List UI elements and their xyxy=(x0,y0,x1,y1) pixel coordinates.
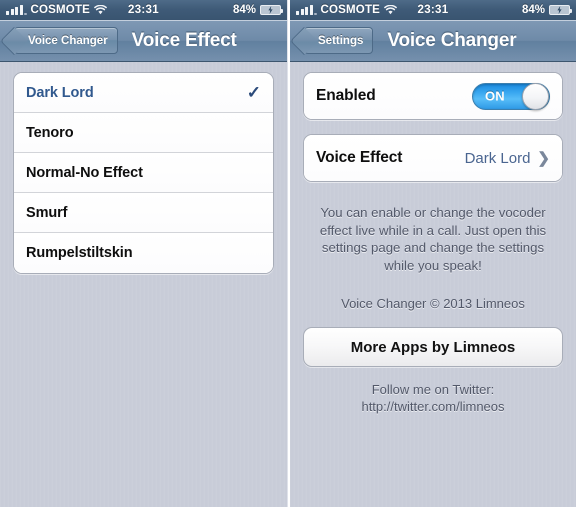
content-area: Enabled ON Voice Effect Dark Lord ❯ You … xyxy=(290,62,576,311)
toggle-knob[interactable] xyxy=(522,82,549,110)
footer-line-2[interactable]: http://twitter.com/limneos xyxy=(290,398,576,415)
page-title: Voice Effect xyxy=(131,29,237,51)
list-item-label: Tenoro xyxy=(26,124,74,141)
back-button-label: Settings xyxy=(318,34,364,47)
list-item[interactable]: Dark Lord ✓ xyxy=(14,73,273,113)
list-item-label: Dark Lord xyxy=(26,84,94,101)
signal-bars-icon xyxy=(6,5,27,15)
status-bar-right: 84% xyxy=(232,4,283,16)
voice-effect-row[interactable]: Voice Effect Dark Lord ❯ xyxy=(304,135,562,181)
status-bar-left: COSMOTE xyxy=(6,4,107,16)
footer-line-1: Follow me on Twitter: xyxy=(371,382,495,397)
battery-charging-icon xyxy=(549,5,572,15)
enabled-toggle[interactable]: ON xyxy=(472,82,550,110)
left-phone-panel: COSMOTE 23:31 84% Voice Changer Voice Ef… xyxy=(0,0,288,507)
back-button-label: Voice Changer xyxy=(28,34,108,47)
more-apps-button[interactable]: More Apps by Limneos xyxy=(303,327,563,367)
content-area: Dark Lord ✓ Tenoro Normal-No Effect Smur… xyxy=(0,62,287,274)
page-title: Voice Changer xyxy=(387,29,517,51)
voice-effect-label: Voice Effect xyxy=(316,149,403,166)
carrier-label: COSMOTE xyxy=(30,4,91,16)
footer-text: Follow me on Twitter: http://twitter.com… xyxy=(290,381,576,415)
list-item[interactable]: Tenoro xyxy=(14,113,273,153)
enabled-row[interactable]: Enabled ON xyxy=(304,73,562,119)
status-bar-right: 84% xyxy=(521,4,572,16)
enabled-group: Enabled ON xyxy=(303,72,563,120)
wifi-icon xyxy=(384,5,397,15)
list-item-label: Rumpelstiltskin xyxy=(26,245,133,261)
voice-effect-list: Dark Lord ✓ Tenoro Normal-No Effect Smur… xyxy=(13,72,274,274)
enabled-label: Enabled xyxy=(316,87,376,104)
copyright-text: Voice Changer © 2013 Limneos xyxy=(341,296,525,311)
signal-bars-icon xyxy=(296,5,317,15)
right-phone-panel: COSMOTE 23:31 84% Settings Voice Changer xyxy=(288,0,576,507)
checkmark-icon: ✓ xyxy=(246,83,261,102)
voice-effect-value: Dark Lord xyxy=(464,149,531,167)
toggle-state-label: ON xyxy=(485,88,505,104)
battery-percent-label: 84% xyxy=(521,4,545,16)
navigation-bar: Voice Changer Voice Effect xyxy=(0,20,287,62)
list-item[interactable]: Smurf xyxy=(14,193,273,233)
status-bar: COSMOTE 23:31 84% xyxy=(0,0,287,20)
list-item-label: Normal-No Effect xyxy=(26,164,143,181)
navigation-bar: Settings Voice Changer xyxy=(290,20,576,62)
list-item[interactable]: Rumpelstiltskin xyxy=(14,233,273,273)
back-button[interactable]: Settings xyxy=(304,27,374,54)
wifi-icon xyxy=(94,5,107,15)
back-button[interactable]: Voice Changer xyxy=(14,27,118,54)
status-bar: COSMOTE 23:31 84% xyxy=(290,0,576,20)
carrier-label: COSMOTE xyxy=(320,4,381,16)
voice-effect-group: Voice Effect Dark Lord ❯ xyxy=(303,134,563,182)
battery-charging-icon xyxy=(260,5,283,15)
status-bar-left: COSMOTE xyxy=(296,4,397,16)
list-item[interactable]: Normal-No Effect xyxy=(14,153,273,193)
battery-percent-label: 84% xyxy=(232,4,256,16)
chevron-right-icon: ❯ xyxy=(537,149,550,167)
list-item-label: Smurf xyxy=(26,204,68,221)
voice-effect-value-wrap: Dark Lord ❯ xyxy=(465,150,550,167)
description-text: You can enable or change the vocoder eff… xyxy=(319,205,547,273)
